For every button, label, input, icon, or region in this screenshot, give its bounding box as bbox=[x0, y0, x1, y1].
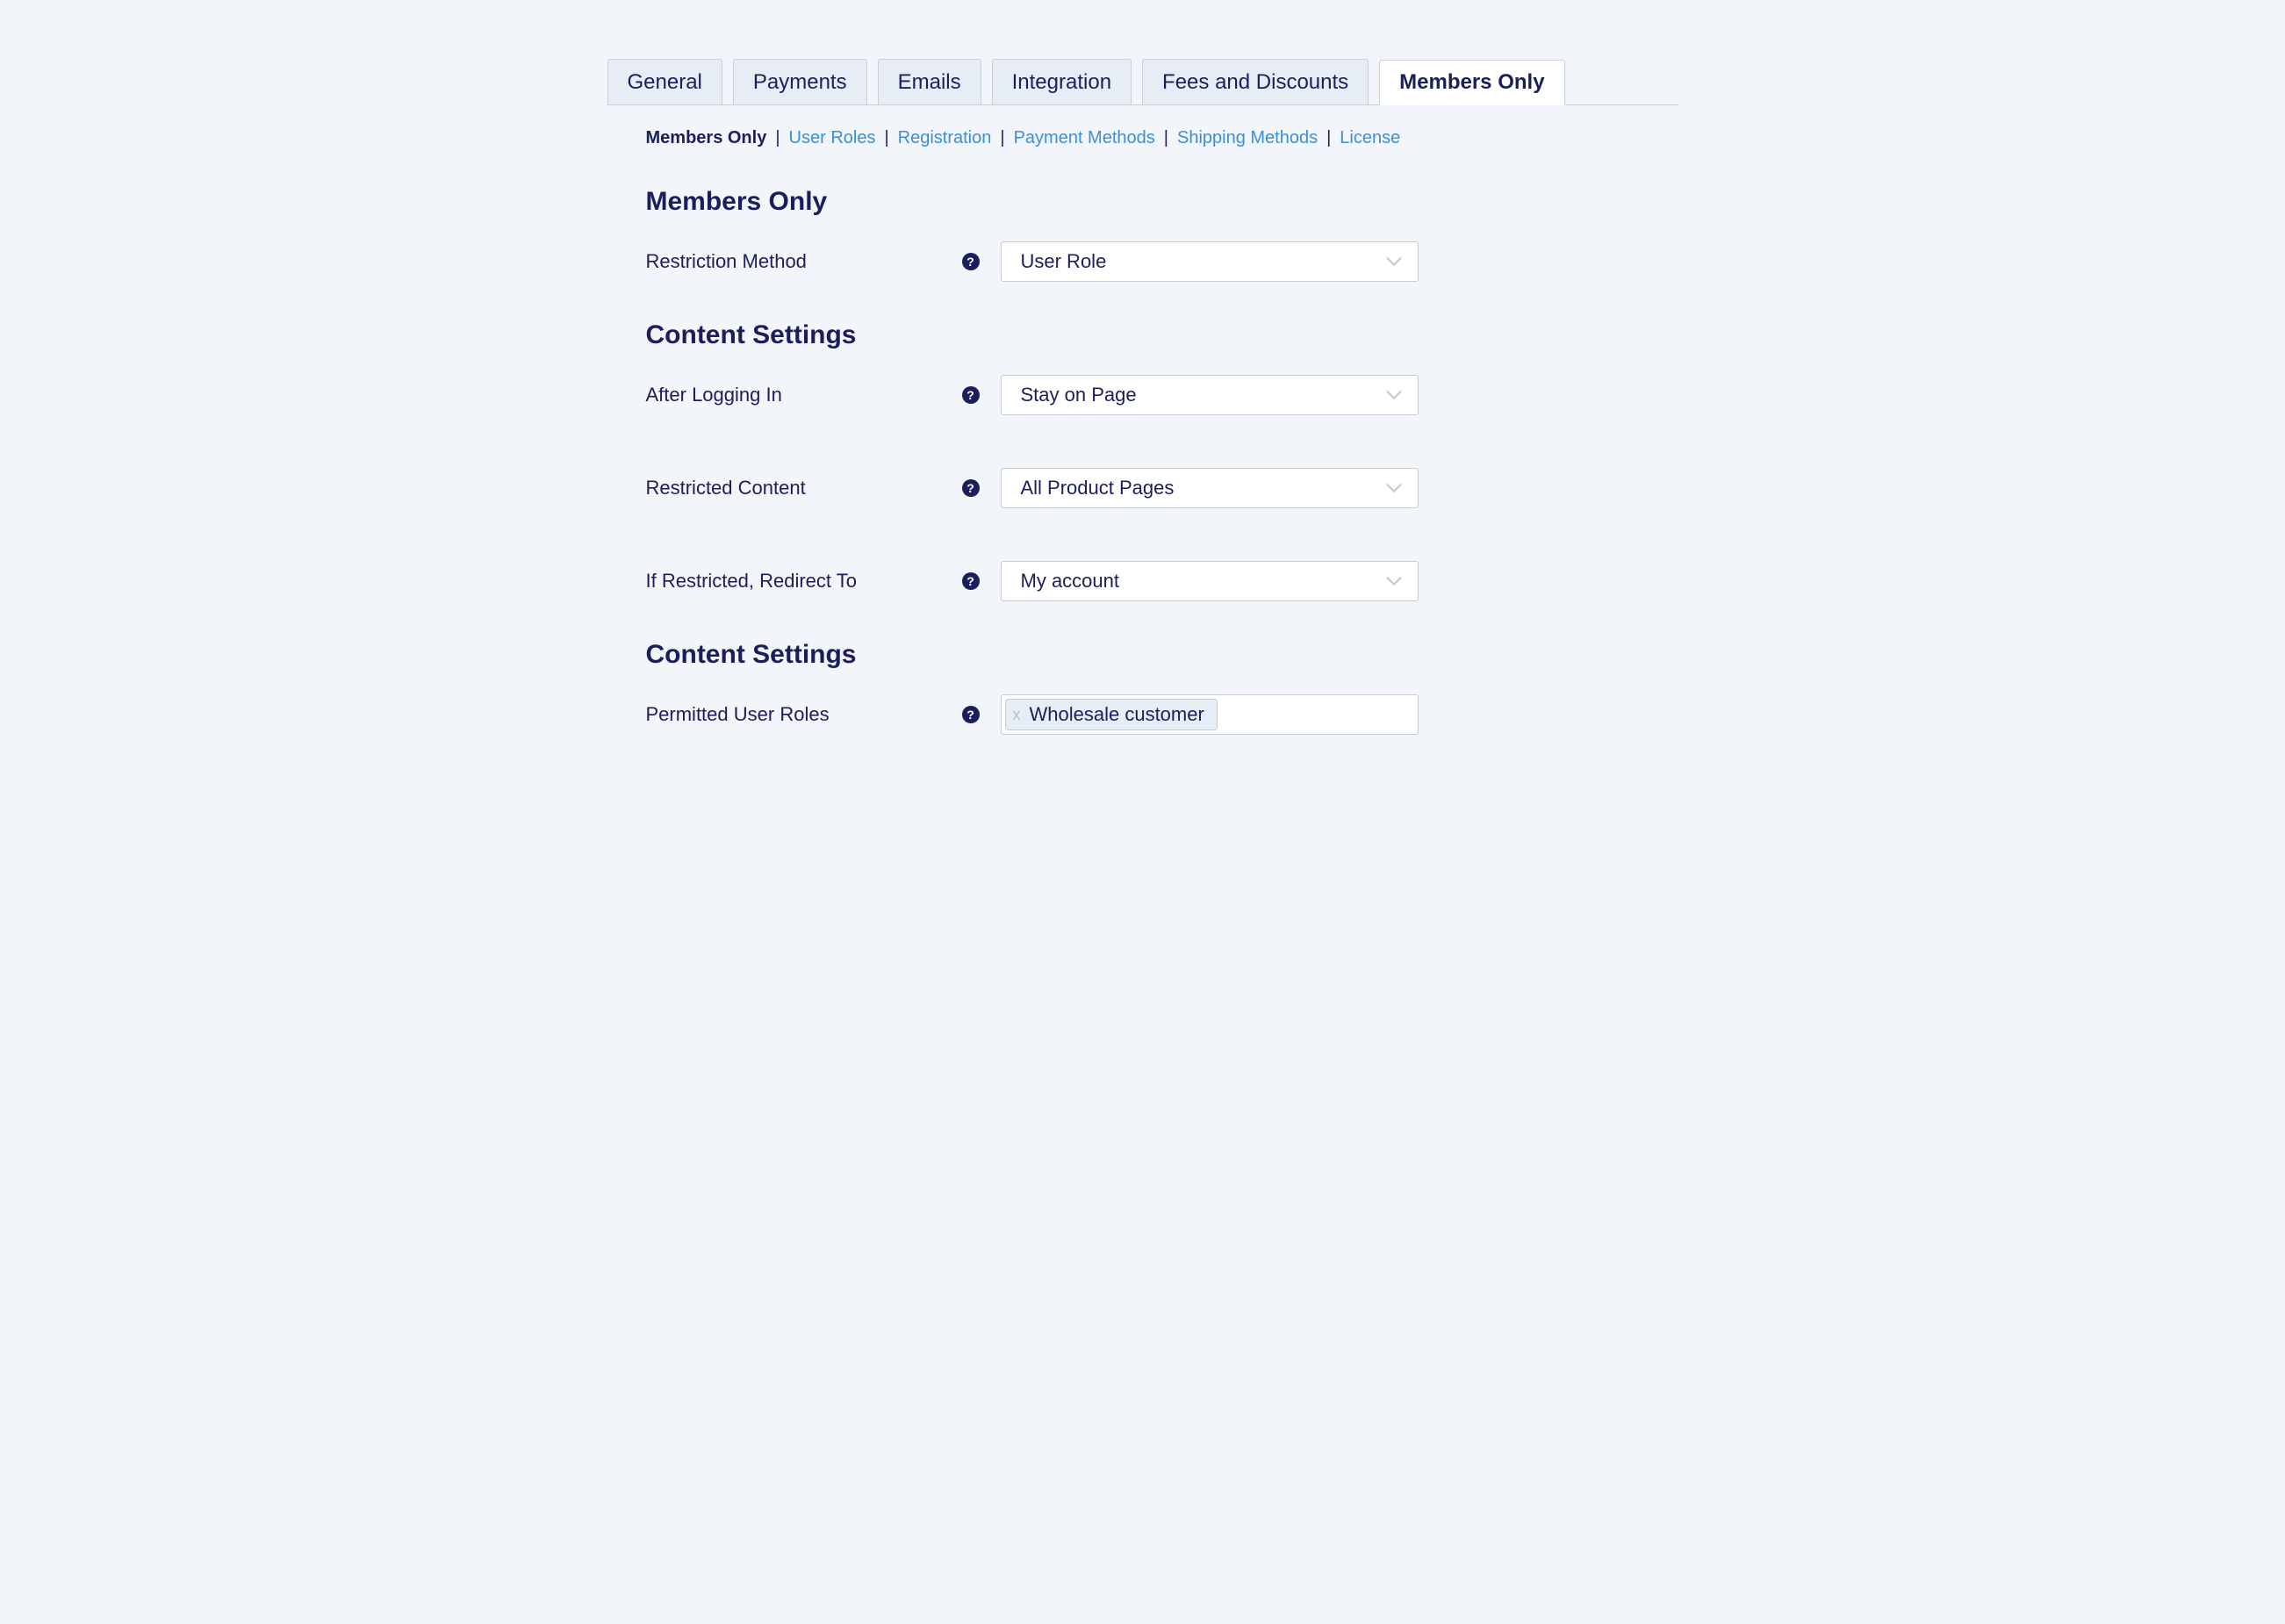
select-after-login[interactable]: Stay on Page bbox=[1001, 375, 1419, 415]
subnav-payment-methods[interactable]: Payment Methods bbox=[1014, 128, 1155, 148]
help-restricted-content[interactable]: ? bbox=[962, 479, 1001, 497]
select-value: User Role bbox=[1021, 250, 1107, 273]
tab-fees-and-discounts[interactable]: Fees and Discounts bbox=[1142, 59, 1369, 104]
row-permitted-roles: Permitted User Roles ? x Wholesale custo… bbox=[646, 694, 1678, 735]
settings-panel: General Payments Emails Integration Fees… bbox=[607, 53, 1678, 735]
select-value: My account bbox=[1021, 570, 1120, 593]
tabs-row: General Payments Emails Integration Fees… bbox=[607, 53, 1678, 105]
help-icon: ? bbox=[962, 572, 980, 590]
chevron-down-icon bbox=[1384, 478, 1404, 498]
label-restricted-content: Restricted Content bbox=[646, 477, 962, 499]
subnav-separator: | bbox=[884, 128, 888, 148]
subnav-license[interactable]: License bbox=[1340, 128, 1400, 148]
tagbox-permitted-roles[interactable]: x Wholesale customer bbox=[1001, 694, 1419, 735]
row-restricted-content: Restricted Content ? All Product Pages bbox=[646, 468, 1678, 508]
help-redirect-to[interactable]: ? bbox=[962, 572, 1001, 590]
help-icon: ? bbox=[962, 706, 980, 723]
section-heading-content-settings-1: Content Settings bbox=[646, 320, 1678, 350]
subnav-separator: | bbox=[775, 128, 780, 148]
subnav: Members Only | User Roles | Registration… bbox=[646, 128, 1678, 148]
help-permitted-roles[interactable]: ? bbox=[962, 706, 1001, 723]
select-restricted-content[interactable]: All Product Pages bbox=[1001, 468, 1419, 508]
tab-members-only[interactable]: Members Only bbox=[1379, 60, 1564, 105]
chevron-down-icon bbox=[1384, 571, 1404, 591]
help-after-login[interactable]: ? bbox=[962, 386, 1001, 404]
subnav-shipping-methods[interactable]: Shipping Methods bbox=[1177, 128, 1318, 148]
section-heading-content-settings-2: Content Settings bbox=[646, 640, 1678, 670]
chevron-down-icon bbox=[1384, 252, 1404, 271]
help-icon: ? bbox=[962, 386, 980, 404]
row-redirect-to: If Restricted, Redirect To ? My account bbox=[646, 561, 1678, 601]
tag-permitted-role: x Wholesale customer bbox=[1005, 699, 1218, 730]
row-after-login: After Logging In ? Stay on Page bbox=[646, 375, 1678, 415]
subnav-separator: | bbox=[1000, 128, 1004, 148]
select-restriction-method[interactable]: User Role bbox=[1001, 241, 1419, 282]
tab-content: Members Only | User Roles | Registration… bbox=[607, 105, 1678, 735]
section-heading-members-only: Members Only bbox=[646, 187, 1678, 217]
tag-label: Wholesale customer bbox=[1030, 703, 1204, 726]
chevron-down-icon bbox=[1384, 385, 1404, 405]
row-restriction-method: Restriction Method ? User Role bbox=[646, 241, 1678, 282]
label-restriction-method: Restriction Method bbox=[646, 250, 962, 273]
subnav-separator: | bbox=[1326, 128, 1331, 148]
close-icon[interactable]: x bbox=[1013, 707, 1021, 722]
tab-payments[interactable]: Payments bbox=[733, 59, 867, 104]
help-restriction-method[interactable]: ? bbox=[962, 253, 1001, 270]
select-redirect-to[interactable]: My account bbox=[1001, 561, 1419, 601]
subnav-members-only[interactable]: Members Only bbox=[646, 128, 767, 148]
help-icon: ? bbox=[962, 479, 980, 497]
select-value: All Product Pages bbox=[1021, 477, 1175, 499]
label-redirect-to: If Restricted, Redirect To bbox=[646, 570, 962, 593]
help-icon: ? bbox=[962, 253, 980, 270]
select-value: Stay on Page bbox=[1021, 384, 1137, 406]
subnav-separator: | bbox=[1164, 128, 1168, 148]
subnav-user-roles[interactable]: User Roles bbox=[789, 128, 876, 148]
label-after-login: After Logging In bbox=[646, 384, 962, 406]
subnav-registration[interactable]: Registration bbox=[898, 128, 992, 148]
tab-integration[interactable]: Integration bbox=[992, 59, 1132, 104]
tab-emails[interactable]: Emails bbox=[878, 59, 981, 104]
tab-general[interactable]: General bbox=[607, 59, 722, 104]
label-permitted-roles: Permitted User Roles bbox=[646, 703, 962, 726]
